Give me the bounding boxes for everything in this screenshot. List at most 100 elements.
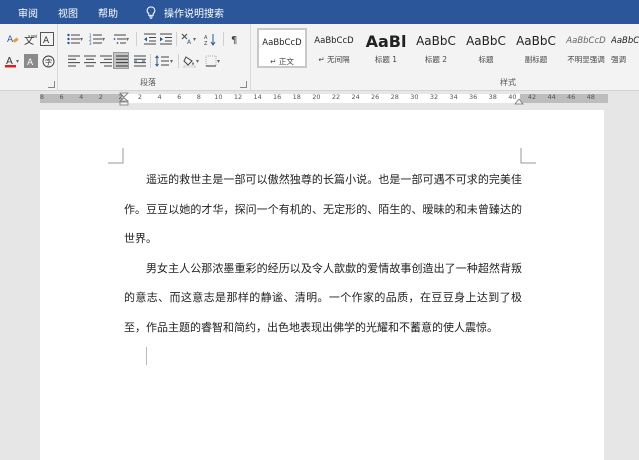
numbering-dropdown[interactable]: ▾ [102,32,108,46]
pilcrow-icon: ¶ [231,35,237,45]
decrease-indent-icon [143,33,156,45]
line-spacing-dropdown[interactable]: ▾ [170,54,176,68]
paragraph[interactable]: 遥远的救世主是一部可以傲然独尊的长篇小说。也是一部可遇不可求的完美佳作。豆豆以她… [124,165,522,254]
style-preview: AaBbC [516,34,556,48]
ruler-number: 48 [586,93,595,101]
style-no-spacing[interactable]: AaBbCcD ↵ 无间隔 [309,28,359,68]
char-shading-icon: A [27,58,34,66]
styles-group-label: 样式 [500,78,516,87]
increase-indent-icon [159,33,172,45]
align-right-button[interactable] [98,54,112,68]
indent-marker-icon[interactable] [119,92,129,106]
separator [178,54,179,68]
svg-text:3: 3 [89,41,92,45]
font-group: A 文wén A A ▾ A 字 [0,24,58,91]
line-spacing-button[interactable] [155,54,169,68]
show-formatting-button[interactable]: ¶ [228,32,242,46]
chinese-layout-button[interactable]: A [180,32,194,46]
ruler-text-area [124,94,520,103]
ruler-number: 42 [527,93,537,101]
borders-dropdown[interactable]: ▾ [217,54,223,68]
font-color-dropdown[interactable]: ▾ [16,54,22,68]
chinese-layout-dropdown[interactable]: ▾ [193,32,199,46]
style-preview: AaBl [365,31,407,51]
bullets-dropdown[interactable]: ▾ [80,32,86,46]
lightbulb-icon [146,6,156,19]
font-color-button[interactable]: A [3,54,17,68]
justify-button[interactable] [113,52,129,69]
style-preview: AaBbCcD [566,36,606,46]
svg-text:A: A [187,39,192,45]
crop-mark-top-right [520,148,536,164]
numbering-button[interactable]: 123 [88,32,102,46]
ribbon: A 文wén A A ▾ A 字 ▾ 123 ▾ ▾ [0,24,639,91]
right-indent-marker-icon[interactable] [514,96,524,105]
ruler-number: 22 [331,93,341,101]
style-name: 标题 1 [374,55,398,64]
enclose-char-button[interactable]: 字 [41,54,55,68]
shading-button[interactable] [182,54,196,68]
style-normal[interactable]: AaBbCcD ↵ 正文 [257,28,307,68]
style-heading-1[interactable]: AaBl 标题 1 [361,28,411,68]
style-emphasis[interactable]: AaBbC 强调 [611,28,639,68]
style-name: 不明显强调 [567,55,605,64]
style-subtitle[interactable]: AaBbC 副标题 [511,28,561,68]
menu-review[interactable]: 审阅 [0,0,48,24]
style-title[interactable]: AaBbC 标题 [461,28,511,68]
ruler-number: 4 [79,93,84,101]
align-left-button[interactable] [66,54,80,68]
paragraph-dialog-launcher[interactable] [240,81,247,88]
menu-bar: 审阅 视图 帮助 操作说明搜索 [0,0,639,24]
clear-formatting-button[interactable]: A [6,32,20,46]
borders-button[interactable] [204,54,218,68]
style-name: ↵ 无间隔 [318,55,350,64]
decrease-indent-button[interactable] [142,32,156,46]
increase-indent-button[interactable] [158,32,172,46]
style-name: 标题 2 [424,55,448,64]
font-dialog-launcher[interactable] [48,81,55,88]
paragraph[interactable]: 男女主人公那浓墨重彩的经历以及令人歆歔的爱情故事创造出了一种超然背叛的意志、而这… [124,254,522,343]
align-center-button[interactable] [82,54,96,68]
shading-dropdown[interactable]: ▾ [196,54,202,68]
ruler-number: 2 [98,93,103,101]
menu-help[interactable]: 帮助 [88,0,128,24]
ruler-number: 38 [488,93,497,101]
tell-me-search[interactable]: 操作说明搜索 [136,0,234,24]
numbering-icon: 123 [89,33,102,45]
char-shading-button[interactable]: A [24,54,38,68]
multilevel-dropdown[interactable]: ▾ [126,32,132,46]
ruler-number: 18 [292,93,301,101]
document-body[interactable]: 遥远的救世主是一部可以傲然独尊的长篇小说。也是一部可遇不可求的完美佳作。豆豆以她… [124,165,522,342]
document-page[interactable]: 遥远的救世主是一部可以傲然独尊的长篇小说。也是一部可遇不可求的完美佳作。豆豆以她… [40,110,604,460]
menu-view[interactable]: 视图 [48,0,88,24]
borders-icon [205,55,217,67]
tell-me-label: 操作说明搜索 [164,8,224,20]
phonetic-guide-button[interactable]: 文wén [23,32,37,46]
style-preview: AaBbC [466,34,506,48]
text-cursor [146,347,147,365]
ruler-number: 14 [253,93,262,101]
ruler-number: 36 [469,93,478,101]
paragraph-group-label: 段落 [140,78,156,87]
chinese-layout-icon: A [181,33,192,45]
bullets-button[interactable] [66,32,80,46]
svg-text:wén: wén [31,33,37,40]
sort-button[interactable]: AZ [203,32,217,46]
style-preview: AaBbCcD [314,36,354,46]
ruler-number: 12 [233,93,243,101]
char-border-button[interactable]: A [40,32,54,46]
style-subtle-emphasis[interactable]: AaBbCcD 不明显强调 [561,28,611,68]
style-name: 副标题 [524,55,548,64]
crop-mark-top-left [108,148,124,164]
ruler-number: 44 [547,93,556,101]
distributed-button[interactable] [132,54,146,68]
paragraph-group: ▾ 123 ▾ ▾ A ▾ AZ ¶ ▾ ▾ ▾ 段落 [58,24,251,91]
phonetic-icon: 文wén [24,33,37,46]
char-border-icon: A [43,36,50,44]
styles-group: AaBbCcD ↵ 正文 AaBbCcD ↵ 无间隔 AaBl 标题 1 AaB… [252,24,639,91]
style-heading-2[interactable]: AaBbC 标题 2 [411,28,461,68]
multilevel-list-button[interactable] [112,32,126,46]
separator [223,32,224,46]
horizontal-ruler[interactable]: 8 6 4 2 2 2 4 6 8 10 12 14 16 18 20 22 24 26 28 30 32 34 36 38 4… [0,92,639,106]
multilevel-list-icon [113,34,126,44]
